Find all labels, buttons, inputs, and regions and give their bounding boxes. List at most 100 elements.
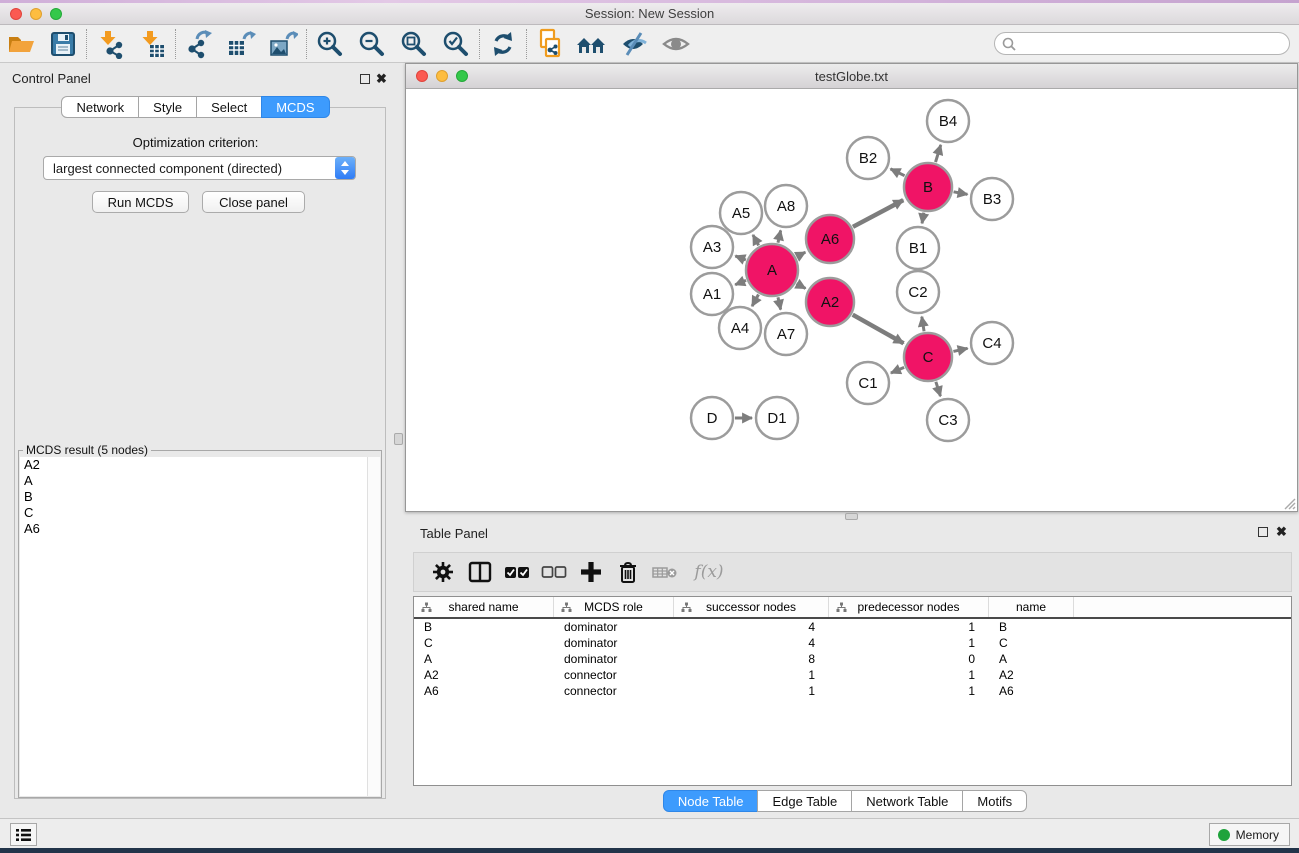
result-item[interactable]: A2 (20, 457, 380, 473)
graph-edge-B-B1[interactable] (922, 213, 924, 224)
graph-edge-A-A5[interactable] (753, 235, 759, 245)
column-header-MCDS-role[interactable]: MCDS role (554, 597, 674, 617)
graph-node-label: B3 (983, 191, 1001, 208)
column-header-predecessor-nodes[interactable]: predecessor nodes (829, 597, 989, 617)
table-row[interactable]: Adominator80A (414, 651, 1291, 667)
first-neighbors-icon[interactable] (571, 27, 613, 61)
graph-edge-A-A8[interactable] (778, 230, 781, 242)
zoom-out-icon[interactable] (351, 27, 393, 61)
graph-edge-A-A7[interactable] (778, 297, 781, 309)
graph-edge-A2-C[interactable] (853, 315, 904, 344)
tab-select[interactable]: Select (196, 96, 262, 118)
deselect-all-checkboxes-icon[interactable] (535, 555, 572, 589)
graph-node-label: D (707, 410, 718, 427)
split-columns-icon[interactable] (461, 555, 498, 589)
close-panel-button[interactable]: Close panel (202, 191, 305, 213)
tab-network[interactable]: Network (61, 96, 139, 118)
task-history-icon[interactable] (10, 823, 37, 846)
column-header-shared-name[interactable]: shared name (414, 597, 554, 617)
result-item[interactable]: C (20, 505, 380, 521)
table-cell: A2 (989, 668, 1074, 682)
vertical-splitter-handle[interactable] (394, 433, 403, 445)
open-folder-icon[interactable] (0, 27, 42, 61)
show-hide-panel-icon[interactable] (613, 27, 655, 61)
desktop-background (0, 848, 1299, 853)
graph-edge-A-A2[interactable] (797, 284, 806, 289)
zoom-selected-icon[interactable] (435, 27, 477, 61)
tab-network-table[interactable]: Network Table (851, 790, 963, 812)
table-settings-gear-icon[interactable] (424, 555, 461, 589)
run-mcds-button[interactable]: Run MCDS (92, 191, 189, 213)
graph-edge-A-A1[interactable] (735, 280, 746, 284)
export-image-icon[interactable] (262, 27, 304, 61)
column-header-name[interactable]: name (989, 597, 1074, 617)
export-network-icon[interactable] (178, 27, 220, 61)
graph-edge-C-C3[interactable] (936, 382, 941, 396)
add-column-icon[interactable] (572, 555, 609, 589)
table-close-icon[interactable]: ✖ (1276, 524, 1287, 540)
main-titlebar: Session: New Session (0, 3, 1299, 25)
table-row[interactable]: A6connector11A6 (414, 683, 1291, 699)
result-item[interactable]: B (20, 489, 380, 505)
graph-edge-C-C1[interactable] (891, 367, 904, 373)
tab-mcds[interactable]: MCDS (261, 96, 329, 118)
column-header-successor-nodes[interactable]: successor nodes (674, 597, 829, 617)
result-scrollbar[interactable] (367, 457, 380, 796)
graph-edge-A6-B[interactable] (853, 200, 903, 227)
window-resize-grip[interactable] (1282, 496, 1296, 510)
clone-network-icon[interactable] (529, 27, 571, 61)
toolbar-separator (479, 29, 480, 59)
table-cell: 1 (829, 684, 989, 698)
table-cell: B (989, 620, 1074, 634)
table-row[interactable]: Bdominator41B (414, 619, 1291, 635)
function-builder-icon[interactable]: f(x) (683, 555, 735, 589)
graph-node-label: C2 (908, 284, 927, 301)
table-cell: 8 (674, 652, 829, 666)
zoom-fit-icon[interactable] (393, 27, 435, 61)
optimization-criterion-dropdown[interactable]: largest connected component (directed) (43, 156, 356, 180)
close-panel-icon[interactable]: ✖ (376, 71, 387, 87)
tab-edge-table[interactable]: Edge Table (757, 790, 852, 812)
graph-edge-C-C2[interactable] (922, 317, 924, 332)
graph-edge-A-A4[interactable] (752, 295, 758, 307)
graph-edge-A-A6[interactable] (797, 252, 806, 257)
table-float-icon[interactable] (1258, 527, 1268, 537)
memory-button[interactable]: Memory (1209, 823, 1290, 846)
graph-edge-B-B3[interactable] (954, 192, 968, 195)
table-cell: B (414, 620, 554, 634)
import-network-icon[interactable] (89, 27, 131, 61)
table-row[interactable]: Cdominator41C (414, 635, 1291, 651)
delete-trash-icon[interactable] (609, 555, 646, 589)
graph-edge-B-B2[interactable] (891, 169, 905, 176)
import-table-icon[interactable] (131, 27, 173, 61)
mcds-result-box: MCDS result (5 nodes) A2ABCA6 (18, 450, 382, 798)
float-panel-icon[interactable] (360, 74, 370, 84)
select-all-checkboxes-icon[interactable] (498, 555, 535, 589)
control-panel: Control Panel ✖ NetworkStyleSelectMCDS O… (0, 63, 391, 818)
export-table-icon[interactable] (220, 27, 262, 61)
graph-node-label: B2 (859, 150, 877, 167)
graph-edge-A-A3[interactable] (735, 256, 746, 260)
result-item[interactable]: A6 (20, 521, 380, 537)
tab-node-table[interactable]: Node Table (663, 790, 759, 812)
network-graph[interactable]: B4B2BB3A8A5A6A3B1AC2A1A2A4A7C4CC1DD1C3 (406, 90, 1297, 511)
table-cell: 4 (674, 636, 829, 650)
search-input[interactable] (1017, 35, 1289, 53)
delete-table-icon[interactable] (646, 555, 683, 589)
graph-edge-B-B4[interactable] (936, 145, 941, 162)
table-row[interactable]: A2connector11A2 (414, 667, 1291, 683)
graph-edge-C-C4[interactable] (953, 348, 967, 351)
graph-node-label: A4 (731, 320, 749, 337)
zoom-in-icon[interactable] (309, 27, 351, 61)
refresh-view-icon[interactable] (482, 27, 524, 61)
graph-node-label: B1 (909, 240, 927, 257)
save-session-icon[interactable] (42, 27, 84, 61)
horizontal-splitter-handle[interactable] (845, 513, 858, 520)
result-item[interactable]: A (20, 473, 380, 489)
tab-style[interactable]: Style (138, 96, 197, 118)
network-canvas[interactable]: B4B2BB3A8A5A6A3B1AC2A1A2A4A7C4CC1DD1C3 (406, 90, 1297, 511)
table-cell: dominator (554, 652, 674, 666)
search-field[interactable] (994, 32, 1290, 55)
eye-icon[interactable] (655, 27, 697, 61)
tab-motifs[interactable]: Motifs (962, 790, 1027, 812)
